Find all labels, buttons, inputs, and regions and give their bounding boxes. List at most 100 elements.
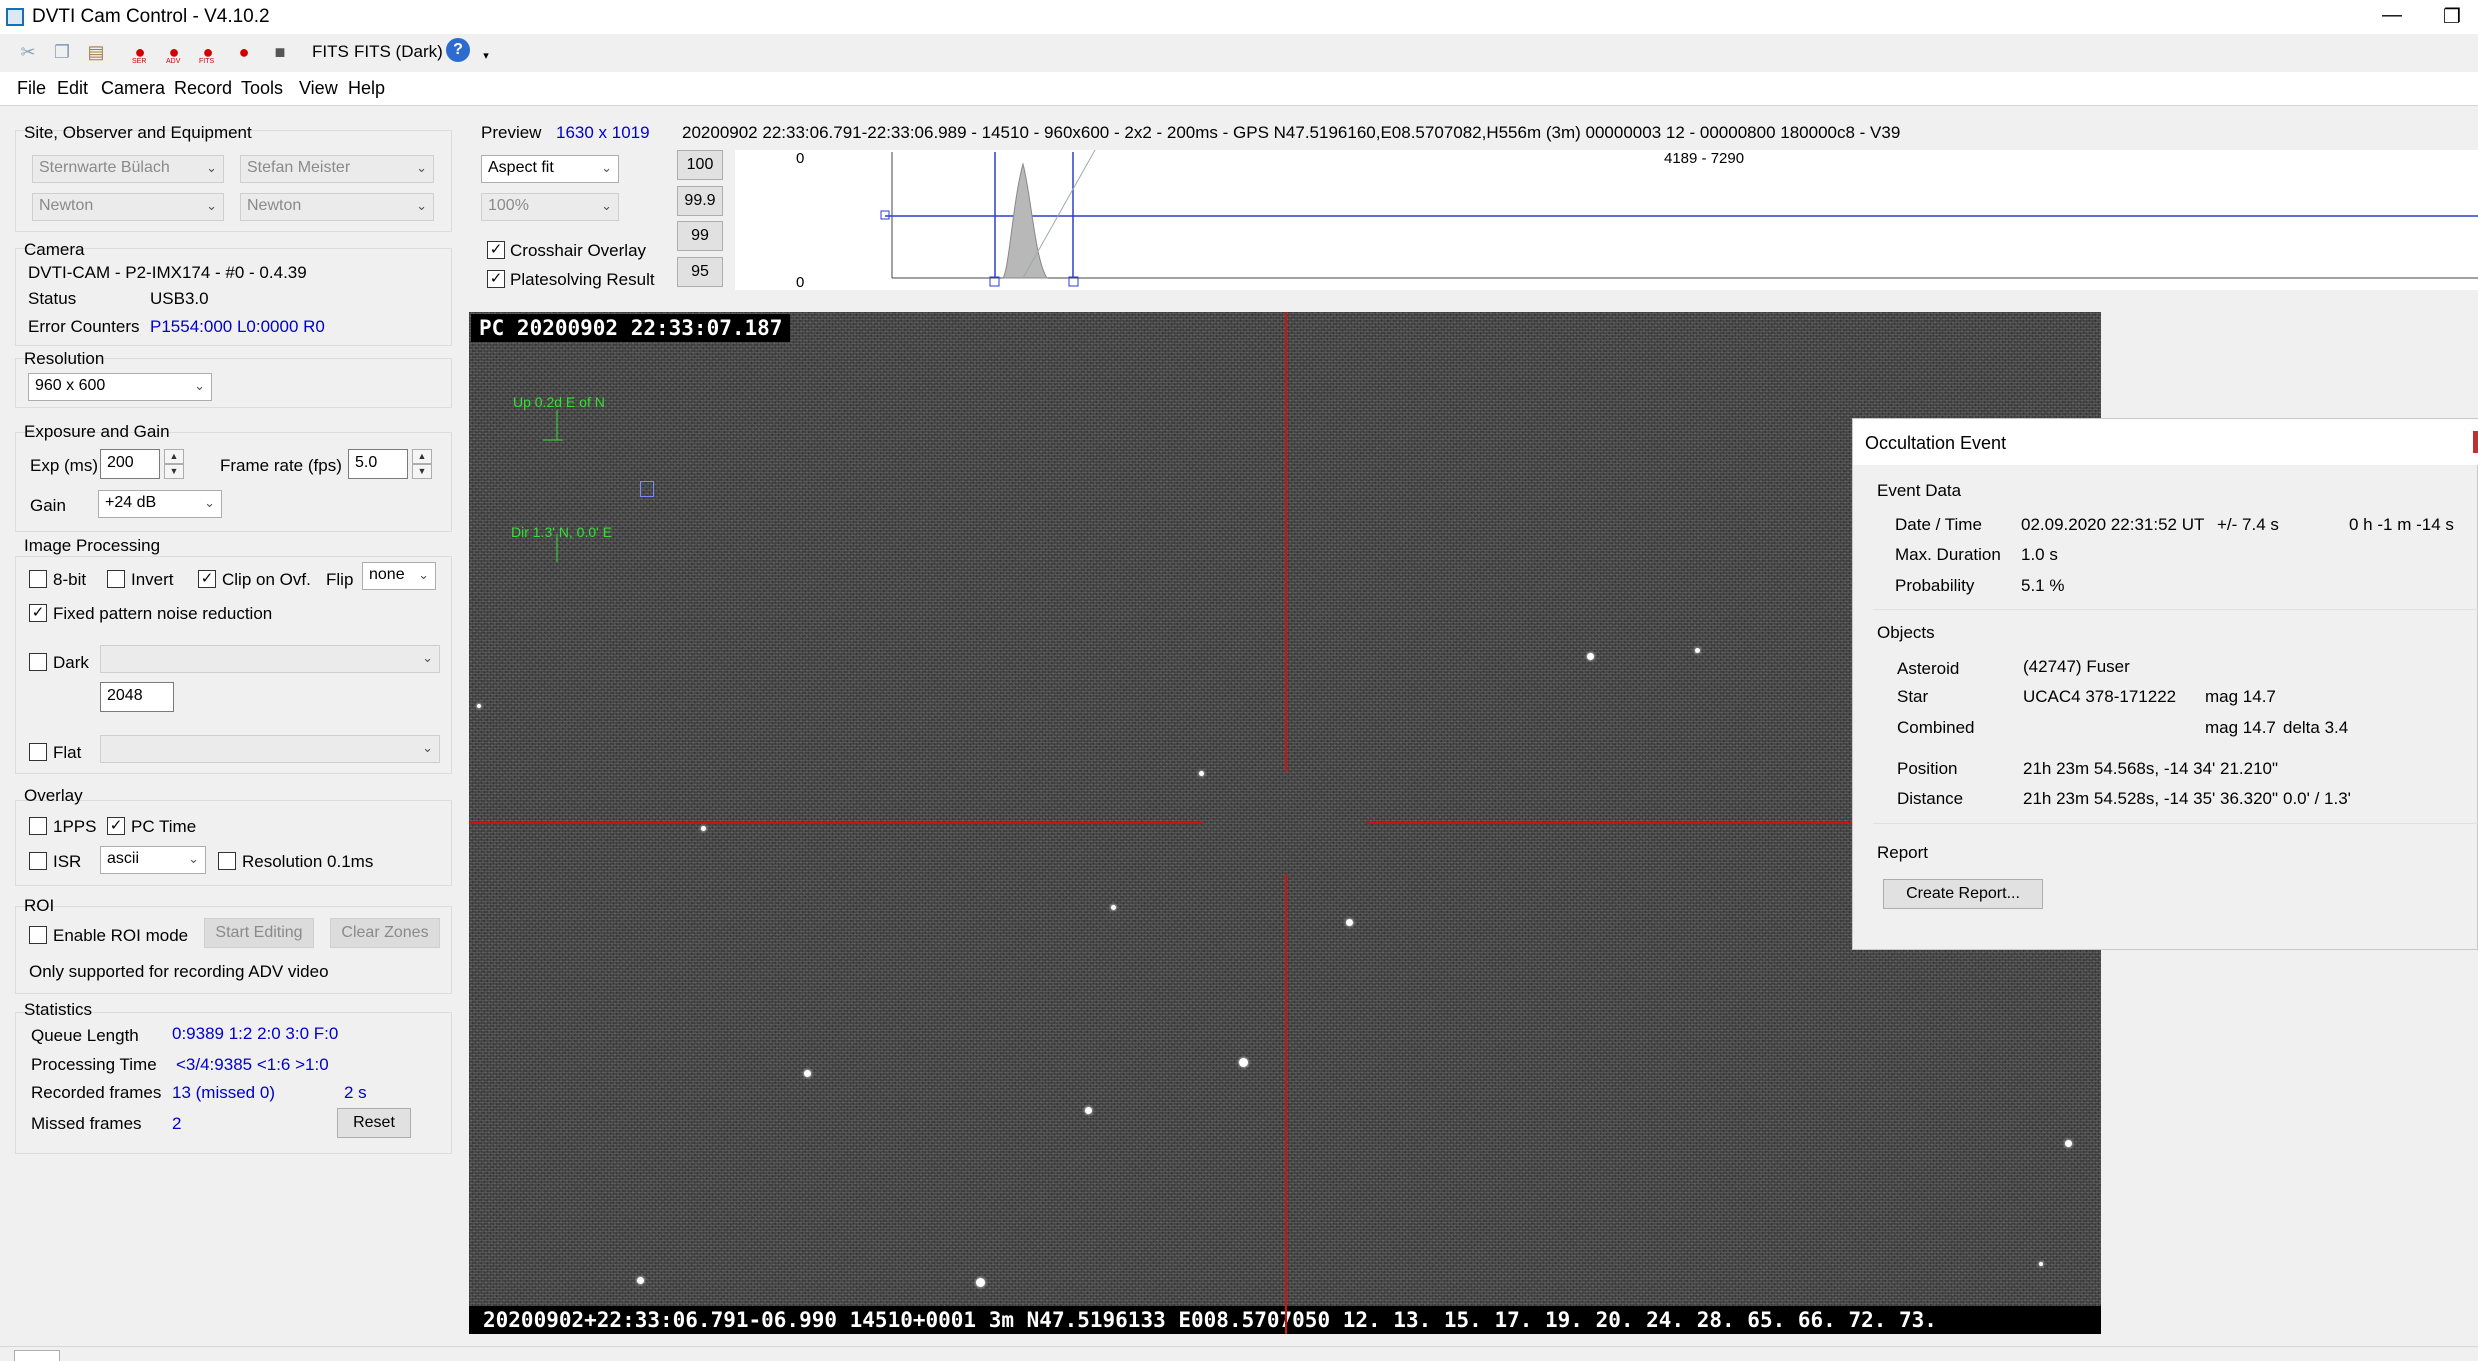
gain-select[interactable]: +24 dB ⌄ — [98, 490, 222, 518]
star — [2065, 1140, 2072, 1147]
camera-header: Camera — [24, 240, 85, 259]
resolution-header: Resolution — [24, 349, 105, 368]
chevron-down-icon[interactable]: ▾ — [474, 44, 498, 68]
title-bar: DVTI Cam Control - V4.10.2 — ❐ — [0, 0, 2478, 34]
position-value: 21h 23m 54.568s, -14 34' 21.210" — [2023, 759, 2279, 778]
clip-checkbox[interactable]: ✓ — [198, 570, 216, 588]
copy-icon[interactable]: ❐ — [50, 40, 74, 64]
menu-edit[interactable]: Edit — [57, 78, 88, 99]
chevron-down-icon: ⌄ — [601, 160, 612, 175]
star — [2039, 1262, 2043, 1266]
level-99-button[interactable]: 99 — [677, 221, 723, 251]
minimize-button[interactable]: — — [2372, 0, 2412, 34]
chevron-down-icon[interactable]: ▼ — [164, 464, 184, 479]
menu-help[interactable]: Help — [348, 78, 385, 99]
site-select[interactable]: Sternwarte Bülach ⌄ — [32, 155, 224, 183]
recorded-value: 13 (missed 0) — [172, 1083, 275, 1102]
panel-edge-marker — [2473, 431, 2478, 453]
help-icon[interactable]: ? — [446, 38, 470, 62]
telescope-select[interactable]: Newton ⌄ — [32, 193, 224, 221]
flip-select[interactable]: none ⌄ — [362, 562, 436, 590]
equipment-select[interactable]: Newton ⌄ — [240, 193, 434, 221]
fps-input[interactable]: 5.0 — [348, 449, 408, 479]
chevron-up-icon[interactable]: ▲ — [412, 449, 432, 464]
flat-checkbox[interactable] — [29, 743, 47, 761]
status-value: USB3.0 — [150, 289, 209, 308]
gain-label: Gain — [30, 496, 66, 515]
chevron-down-icon[interactable]: ▼ — [412, 464, 432, 479]
chevron-down-icon: ⌄ — [206, 160, 217, 175]
fit-select[interactable]: Aspect fit ⌄ — [481, 155, 619, 183]
isr-mode-select[interactable]: ascii ⌄ — [100, 846, 206, 874]
menu-file[interactable]: File — [17, 78, 46, 99]
adv-label: ADV — [166, 58, 181, 65]
duration-value: 1.0 s — [2021, 545, 2058, 564]
reset-button[interactable]: Reset — [337, 1108, 411, 1138]
combined-label: Combined — [1897, 718, 1975, 737]
menu-bar: File Edit Camera Record Tools View Help — [0, 72, 2478, 106]
cut-icon[interactable]: ✂ — [16, 40, 40, 64]
flat-select[interactable]: ⌄ — [100, 735, 440, 763]
pctime-checkbox[interactable]: ✓ — [107, 817, 125, 835]
probability-value: 5.1 % — [2021, 576, 2065, 595]
missed-value: 2 — [172, 1114, 182, 1133]
resolution-label: Resolution 0.1ms — [242, 852, 374, 871]
app-icon — [6, 8, 24, 26]
dark-select[interactable]: ⌄ — [100, 645, 440, 673]
observer-select[interactable]: Stefan Meister ⌄ — [240, 155, 434, 183]
menu-record[interactable]: Record — [174, 78, 232, 99]
dark-checkbox[interactable] — [29, 653, 47, 671]
level-100-button[interactable]: 100 — [677, 150, 723, 180]
maximize-button[interactable]: ❐ — [2432, 0, 2472, 34]
fits-icon-label: FITS — [199, 58, 215, 65]
invert-checkbox[interactable] — [107, 570, 125, 588]
record-multi-icon[interactable]: ● — [232, 40, 256, 64]
chevron-up-icon[interactable]: ▲ — [164, 449, 184, 464]
resolution-value: 960 x 600 — [35, 377, 106, 394]
star — [1587, 653, 1594, 660]
stop-icon[interactable]: ■ — [268, 40, 292, 64]
fits-dark-button[interactable]: FITS (Dark) — [354, 42, 443, 62]
resolution-checkbox[interactable] — [218, 852, 236, 870]
report-header: Report — [1877, 843, 1929, 862]
menu-camera[interactable]: Camera — [101, 78, 165, 99]
1pps-checkbox[interactable] — [29, 817, 47, 835]
resolution-select[interactable]: 960 x 600 ⌄ — [28, 373, 212, 401]
create-report-button[interactable]: Create Report... — [1883, 879, 2043, 909]
platesolve-checkbox[interactable]: ✓ — [487, 270, 505, 288]
star — [976, 1278, 985, 1287]
distance-offset: 0.0' / 1.3' — [2283, 789, 2351, 808]
fits-button[interactable]: FITS — [312, 42, 349, 62]
star — [701, 826, 706, 831]
start-editing-button[interactable]: Start Editing — [204, 918, 314, 948]
dark-value-input[interactable]: 2048 — [100, 682, 174, 712]
level-95-button[interactable]: 95 — [677, 257, 723, 287]
isr-label: ISR — [53, 852, 82, 871]
clip-label: Clip on Ovf. — [222, 570, 311, 589]
exposure-input[interactable]: 200 — [100, 449, 160, 479]
level-99-9-button[interactable]: 99.9 — [677, 186, 723, 216]
8bit-checkbox[interactable] — [29, 570, 47, 588]
star — [1239, 1058, 1248, 1067]
isr-checkbox[interactable] — [29, 852, 47, 870]
star — [1695, 648, 1700, 653]
orientation-marker — [543, 410, 563, 441]
fpn-label: Fixed pattern noise reduction — [53, 604, 273, 623]
paste-icon[interactable]: ▤ — [84, 40, 108, 64]
histogram[interactable]: 0 0 4189 - 7290 — [735, 150, 2478, 291]
proc-label: Processing Time — [31, 1055, 157, 1074]
menu-tools[interactable]: Tools — [241, 78, 283, 99]
status-tab[interactable] — [14, 1350, 60, 1361]
roi-checkbox[interactable] — [29, 926, 47, 944]
fps-spinner[interactable]: ▲ ▼ — [412, 449, 432, 479]
queue-value: 0:9389 1:2 2:0 3:0 F:0 — [172, 1024, 339, 1043]
crosshair-checkbox[interactable]: ✓ — [487, 241, 505, 259]
zoom-select[interactable]: 100% ⌄ — [481, 193, 619, 221]
window-title: DVTI Cam Control - V4.10.2 — [32, 6, 270, 27]
clear-zones-button[interactable]: Clear Zones — [330, 918, 440, 948]
preview-size: 1630 x 1019 — [556, 123, 650, 142]
exposure-spinner[interactable]: ▲ ▼ — [164, 449, 184, 479]
menu-view[interactable]: View — [299, 78, 338, 99]
fpn-checkbox[interactable]: ✓ — [29, 604, 47, 622]
star-value: UCAC4 378-171222 — [2023, 687, 2177, 706]
